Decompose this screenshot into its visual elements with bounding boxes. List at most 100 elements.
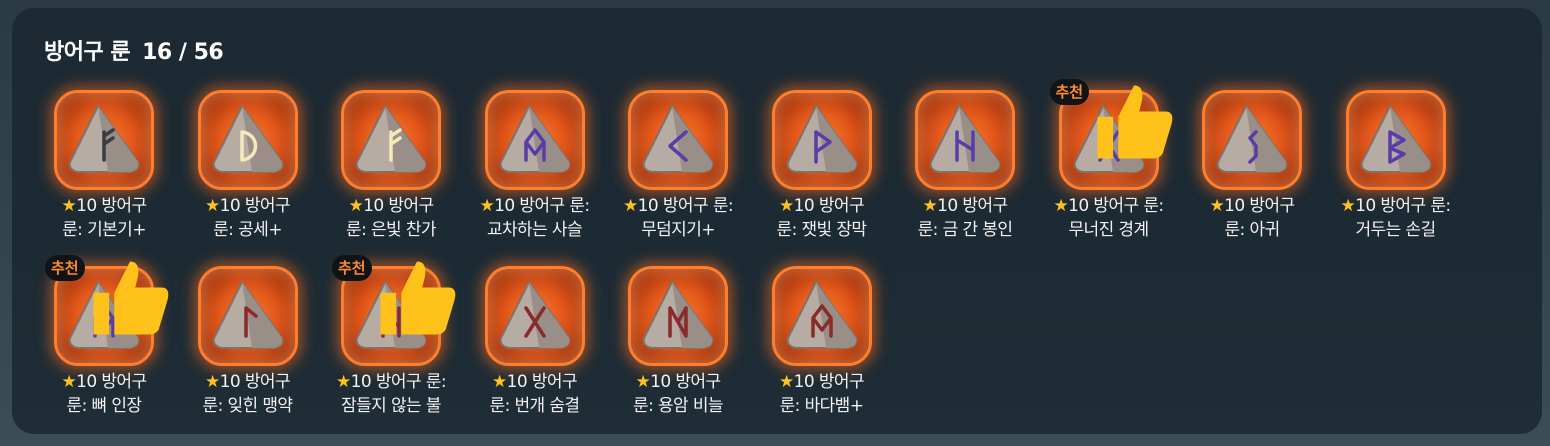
rune-name-line2: 룬: 금 간 봉인	[917, 220, 1013, 240]
rune-stone-image	[499, 104, 570, 173]
recommended-badge-label: 추천	[51, 259, 79, 277]
rune-stone-image	[355, 104, 427, 173]
rune-stone-image	[786, 104, 857, 173]
rune-label: ★10 방어구 룬: 바다뱀+	[750, 370, 894, 418]
rune-name-line1: 방어구	[675, 372, 721, 392]
rune-stone-icon[interactable]	[54, 90, 154, 190]
star-icon: ★	[1340, 196, 1356, 216]
rune-grade: 10	[219, 372, 241, 392]
star-icon: ★	[204, 196, 220, 216]
rune-grade: 10	[350, 372, 372, 392]
star-icon: ★	[491, 372, 507, 392]
rune-stone-image	[212, 104, 283, 173]
rune-name-line1: 방어구	[101, 372, 147, 392]
rune-name-line2: 룬: 뼈 인장	[66, 396, 143, 416]
rune-stone-icon[interactable]: 추천	[332, 255, 455, 366]
rune-name-line1: 방어구 룬:	[375, 372, 447, 392]
rune-stone-image	[68, 104, 140, 173]
star-icon: ★	[61, 196, 77, 216]
rune-stone-icon[interactable]	[628, 266, 728, 366]
rune-label: ★10 방어구룬: 금 간 봉인	[893, 194, 1037, 242]
rune-grade: 10	[793, 196, 815, 216]
rune-name-line1: 방어구 룬:	[662, 196, 734, 216]
star-icon: ★	[479, 196, 495, 216]
rune-name-line1: 방어구 룬:	[1093, 196, 1164, 216]
rune-name-line2: 룬: 바다뱀+	[779, 396, 864, 416]
rune-stone-icon[interactable]	[771, 266, 872, 366]
rune-grade: 10	[1355, 196, 1376, 216]
recommended-badge: 추천	[1049, 79, 1173, 159]
rune-name-line2: 룬: 번개 숨결	[489, 396, 581, 416]
rune-name-line1: 방어구	[531, 372, 578, 392]
rune-stone-icon[interactable]: 추천	[45, 255, 168, 366]
rune-name-line2: 룬: 잿빛 장막	[776, 220, 868, 240]
rune-name-line2: 룬: 아귀	[1224, 220, 1280, 240]
rune-stone-icon[interactable]	[197, 90, 298, 190]
rune-label: ★10 방어구 룬: 용암 비늘	[606, 370, 750, 418]
rune-name-line2: 무너진 경계	[1068, 220, 1149, 240]
rune-name-line1: 방어구	[818, 196, 865, 216]
star-icon: ★	[1209, 196, 1225, 216]
rune-item[interactable]: ★10 방어구 룬: 거두는 손길	[1341, 88, 1490, 264]
star-icon: ★	[778, 372, 794, 392]
rune-stone-icon[interactable]	[628, 90, 728, 190]
rune-label: ★10 방어구 룬: 은빛 찬가	[319, 194, 463, 242]
star-icon: ★	[61, 372, 77, 392]
rune-stone-image	[929, 104, 1001, 173]
rune-stone-icon[interactable]	[915, 90, 1015, 190]
rune-count: 16 / 56	[142, 40, 224, 65]
rune-name-line2: 룬: 기본기+	[62, 220, 146, 240]
rune-name-line1: 방어구	[388, 196, 434, 216]
rune-label: ★10 방어구룬: 잿빛 장막	[750, 194, 894, 242]
rune-stone-image	[1360, 104, 1431, 173]
rune-grade: 10	[650, 372, 671, 392]
rune-label: ★10 방어구 룬: 뼈 인장	[32, 370, 176, 418]
rune-name-line1: 방어구	[818, 372, 865, 392]
rune-stone-icon[interactable]: 추천	[1049, 79, 1173, 190]
rune-name-line2: 잠들지 않는 불	[341, 396, 441, 416]
star-icon: ★	[336, 372, 351, 392]
rune-name-line1: 방어구 룬:	[519, 196, 590, 216]
panel-header: 방어구 룬 16 / 56	[44, 34, 224, 66]
star-icon: ★	[778, 196, 794, 216]
rune-stone-icon[interactable]	[341, 90, 441, 190]
rune-stone-image	[499, 280, 570, 349]
rune-stone-icon[interactable]	[1202, 90, 1302, 190]
recommended-badge: 추천	[45, 255, 168, 335]
rune-name-line1: 방어구	[101, 196, 147, 216]
rune-label: ★10 방어구 룬: 공세+	[176, 194, 320, 242]
rune-label: ★10 방어구 룬: 잠들지 않는 불	[319, 370, 463, 418]
rune-label: ★10 방어구 룬: 잊힌 맹약	[176, 370, 320, 418]
rune-panel: 방어구 룬 16 / 56 ★10 방어구 룬: 기본기+ ★10 방어구 룬: 공세…	[12, 8, 1542, 434]
rune-stone-icon[interactable]	[771, 90, 872, 190]
rune-stone-icon[interactable]	[484, 266, 585, 366]
rune-name-line2: 룬: 잊힌 맹약	[202, 396, 294, 416]
rune-grade: 10	[937, 196, 958, 216]
rune-stone-image	[642, 104, 714, 173]
rune-grade: 10	[76, 196, 97, 216]
recommended-badge: 추천	[332, 255, 455, 335]
rune-stone-image	[1216, 104, 1288, 173]
star-icon: ★	[348, 196, 364, 216]
rune-item[interactable]: ★10 방어구 룬: 바다뱀+	[771, 264, 916, 440]
thumbs-up-icon	[1087, 75, 1173, 159]
star-icon: ★	[922, 196, 938, 216]
rune-stone-icon[interactable]	[1345, 90, 1446, 190]
recommended-badge-label: 추천	[338, 259, 366, 277]
rune-grade: 10	[1068, 196, 1089, 216]
rune-label: ★10 방어구 룬: 무덤지기+	[606, 194, 750, 242]
rune-grade: 10	[363, 196, 384, 216]
rune-stone-icon[interactable]	[484, 90, 585, 190]
rune-label: ★10 방어구 룬: 무너진 경계	[1037, 194, 1181, 242]
star-icon: ★	[204, 372, 220, 392]
panel-title: 방어구 룬	[44, 40, 131, 65]
rune-label: ★10 방어구 룬: 거두는 손길	[1324, 194, 1468, 242]
rune-stone-image	[786, 280, 857, 349]
rune-label: ★10 방어구룬: 기본기+	[32, 194, 176, 242]
rune-grade: 10	[219, 196, 241, 216]
star-icon: ★	[623, 196, 638, 216]
rune-name-line1: 방어구	[962, 196, 1008, 216]
rune-grade: 10	[506, 372, 528, 392]
rune-stone-icon[interactable]	[197, 266, 298, 366]
star-icon: ★	[1053, 196, 1069, 216]
